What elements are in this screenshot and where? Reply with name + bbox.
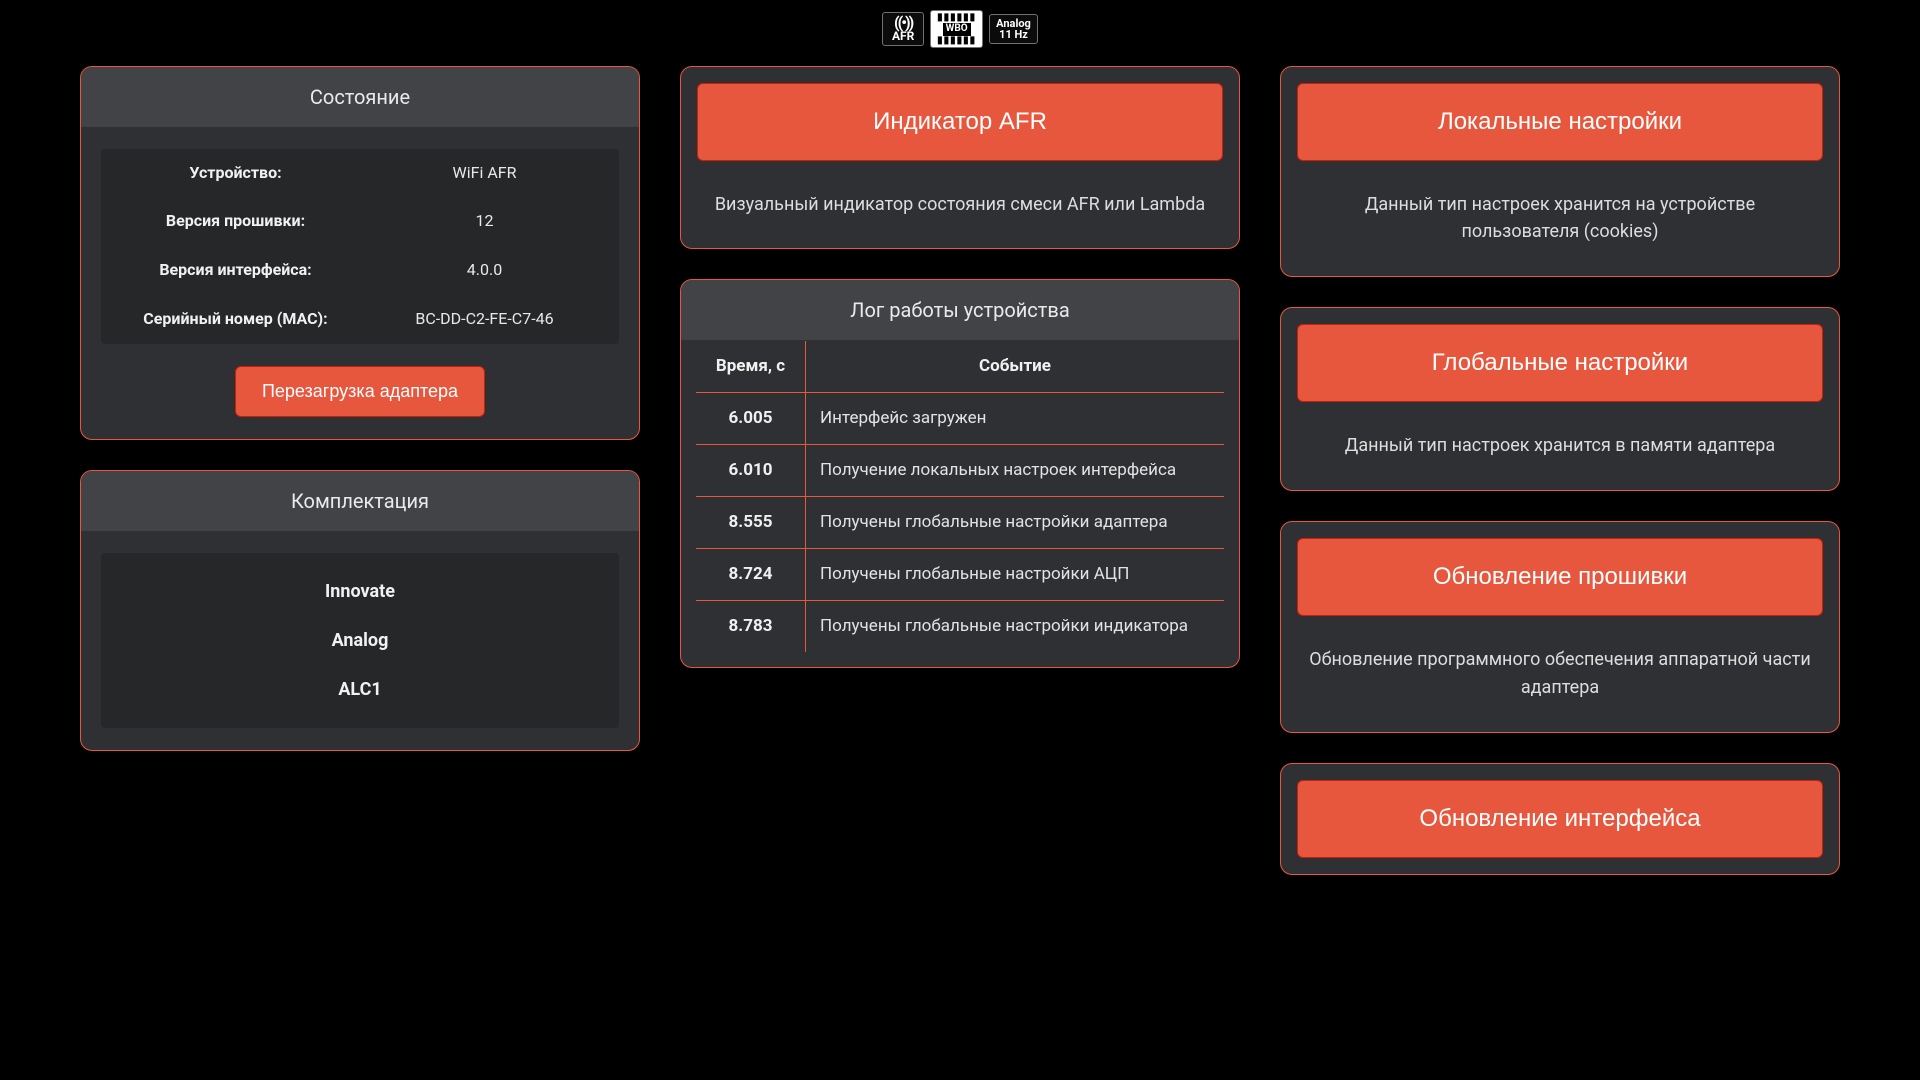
badge-wbo-label: WBO	[943, 23, 971, 36]
equipment-item: Analog	[101, 616, 619, 665]
panel-log: Лог работы устройства Время, с Событие 6…	[680, 279, 1240, 668]
log-time: 8.724	[696, 549, 806, 601]
log-row: 8.724 Получены глобальные настройки АЦП	[696, 549, 1225, 601]
status-key: Версия прошивки:	[111, 211, 360, 232]
status-key: Серийный номер (MAC):	[111, 309, 360, 330]
status-row: Серийный номер (MAC): BC-DD-C2-FE-C7-46	[101, 295, 619, 344]
panel-equipment-body: Innovate Analog ALC1	[81, 531, 639, 750]
log-row: 8.555 Получены глобальные настройки адап…	[696, 497, 1225, 549]
status-row: Устройство: WiFi AFR	[101, 149, 619, 198]
local-settings-button[interactable]: Локальные настройки	[1297, 83, 1823, 161]
column-middle: Индикатор AFR Визуальный индикатор состо…	[680, 66, 1240, 669]
signal-icon: ((•))	[894, 16, 912, 30]
status-val: WiFi AFR	[360, 163, 609, 184]
status-val: 12	[360, 211, 609, 232]
panel-afr-indicator: Индикатор AFR Визуальный индикатор состо…	[680, 66, 1240, 250]
panel-equipment: Комплектация Innovate Analog ALC1	[80, 470, 640, 751]
column-left: Состояние Устройство: WiFi AFR Версия пр…	[80, 66, 640, 751]
log-event: Получены глобальные настройки индикатора	[806, 601, 1225, 653]
status-key: Версия интерфейса:	[111, 260, 360, 281]
log-row: 6.005 Интерфейс загружен	[696, 393, 1225, 445]
status-row: Версия прошивки: 12	[101, 197, 619, 246]
log-event: Получены глобальные настройки АЦП	[806, 549, 1225, 601]
panel-equipment-title: Комплектация	[81, 471, 639, 531]
log-col-event: Событие	[806, 341, 1225, 393]
panel-local-settings: Локальные настройки Данный тип настроек …	[1280, 66, 1840, 278]
interface-update-button[interactable]: Обновление интерфейса	[1297, 780, 1823, 858]
panel-log-body: Время, с Событие 6.005 Интерфейс загруже…	[681, 340, 1239, 667]
restart-adapter-button[interactable]: Перезагрузка адаптера	[235, 366, 485, 417]
badge-wbo[interactable]: ▮▮▮▮▮▮ WBO ▮▮▮▮▮▮	[930, 10, 983, 48]
equipment-item: ALC1	[101, 665, 619, 714]
local-settings-desc: Данный тип настроек хранится на устройст…	[1281, 161, 1839, 277]
badge-afr[interactable]: ((•)) AFR	[882, 12, 924, 46]
status-val: BC-DD-C2-FE-C7-46	[360, 309, 609, 330]
badge-afr-label: AFR	[892, 30, 914, 43]
afr-indicator-desc: Визуальный индикатор состояния смеси AFR…	[681, 161, 1239, 249]
panel-status-title: Состояние	[81, 67, 639, 127]
status-val: 4.0.0	[360, 260, 609, 281]
connector-bottom-icon: ▮▮▮▮▮▮	[937, 37, 976, 45]
main-grid: Состояние Устройство: WiFi AFR Версия пр…	[0, 66, 1920, 875]
status-table: Устройство: WiFi AFR Версия прошивки: 12…	[101, 149, 619, 344]
connector-top-icon: ▮▮▮▮▮▮	[937, 14, 976, 22]
panel-status-body: Устройство: WiFi AFR Версия прошивки: 12…	[81, 127, 639, 439]
log-time: 8.783	[696, 601, 806, 653]
status-row: Версия интерфейса: 4.0.0	[101, 246, 619, 295]
log-time: 6.010	[696, 445, 806, 497]
panel-global-settings: Глобальные настройки Данный тип настроек…	[1280, 307, 1840, 491]
equipment-list: Innovate Analog ALC1	[101, 553, 619, 728]
panel-status: Состояние Устройство: WiFi AFR Версия пр…	[80, 66, 640, 440]
topbar: ((•)) AFR ▮▮▮▮▮▮ WBO ▮▮▮▮▮▮ Analog 11 Hz	[0, 0, 1920, 66]
equipment-item: Innovate	[101, 567, 619, 616]
log-row: 6.010 Получение локальных настроек интер…	[696, 445, 1225, 497]
afr-indicator-button[interactable]: Индикатор AFR	[697, 83, 1223, 161]
panel-log-title: Лог работы устройства	[681, 280, 1239, 340]
log-event: Получение локальных настроек интерфейса	[806, 445, 1225, 497]
panel-interface-update: Обновление интерфейса	[1280, 763, 1840, 875]
log-event: Интерфейс загружен	[806, 393, 1225, 445]
badge-analog-bottom: 11 Hz	[999, 29, 1028, 41]
log-table: Время, с Событие 6.005 Интерфейс загруже…	[695, 340, 1225, 653]
log-col-time: Время, с	[696, 341, 806, 393]
log-time: 6.005	[696, 393, 806, 445]
global-settings-button[interactable]: Глобальные настройки	[1297, 324, 1823, 402]
firmware-update-button[interactable]: Обновление прошивки	[1297, 538, 1823, 616]
status-key: Устройство:	[111, 163, 360, 184]
panel-firmware-update: Обновление прошивки Обновление программн…	[1280, 521, 1840, 733]
column-right: Локальные настройки Данный тип настроек …	[1280, 66, 1840, 875]
badge-analog[interactable]: Analog 11 Hz	[989, 14, 1038, 44]
log-row: 8.783 Получены глобальные настройки инди…	[696, 601, 1225, 653]
global-settings-desc: Данный тип настроек хранится в памяти ад…	[1281, 402, 1839, 490]
log-time: 8.555	[696, 497, 806, 549]
firmware-update-desc: Обновление программного обеспечения аппа…	[1281, 616, 1839, 732]
log-event: Получены глобальные настройки адаптера	[806, 497, 1225, 549]
